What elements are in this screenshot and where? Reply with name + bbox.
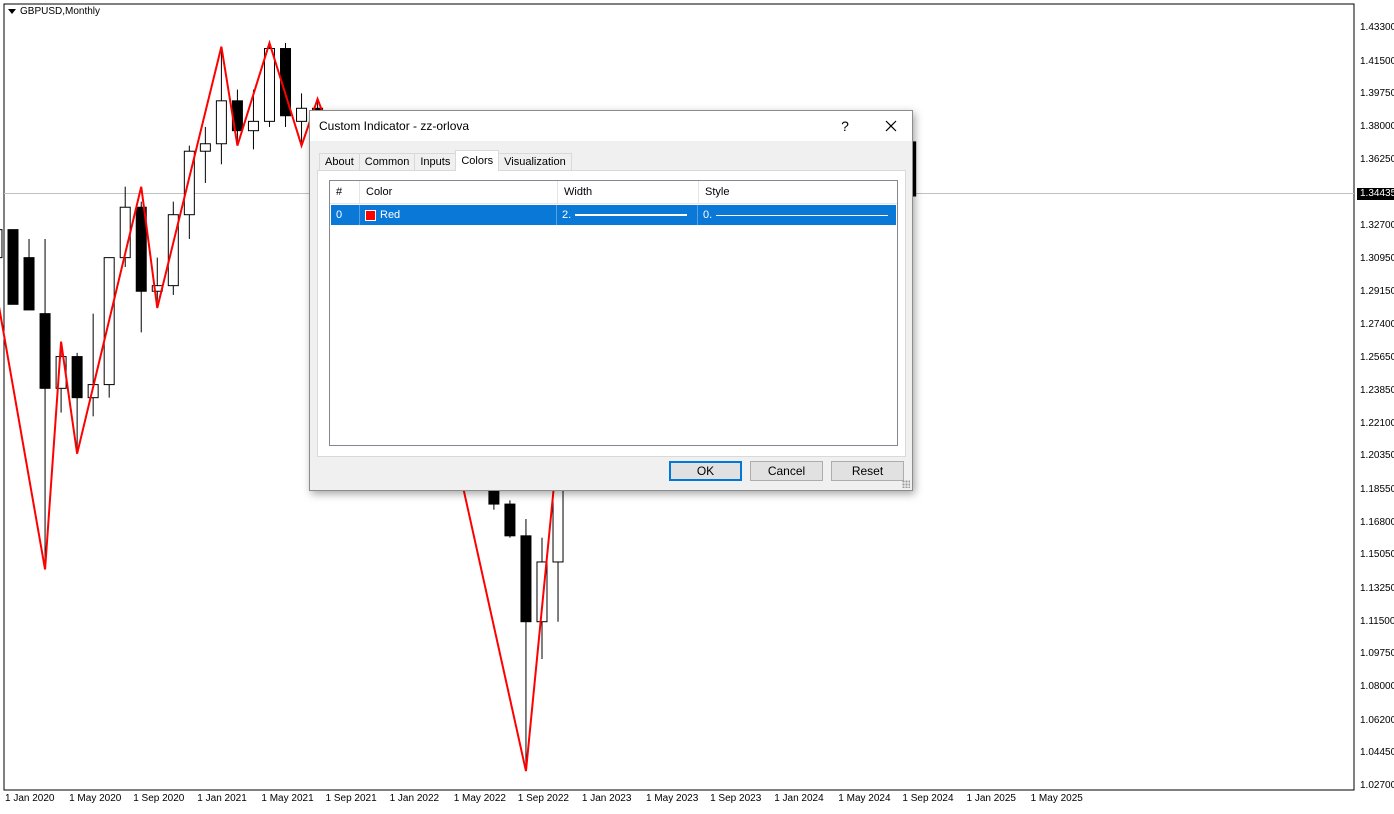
- price-tick-label: 1.41500: [1360, 55, 1394, 67]
- dialog-title: Custom Indicator - zz-orlova: [319, 119, 470, 133]
- resize-grip-icon[interactable]: [902, 480, 910, 488]
- tab-about[interactable]: About: [319, 153, 360, 171]
- price-tick-label: 1.04450: [1360, 747, 1394, 759]
- col-index-header[interactable]: #: [330, 181, 360, 203]
- price-tick-label: 1.27400: [1360, 318, 1394, 330]
- candle-body: [39, 313, 51, 389]
- price-tick-label: 1.22100: [1360, 417, 1394, 429]
- candle-body: [215, 100, 227, 145]
- time-tick-label: 1 Jan 2023: [581, 793, 632, 804]
- price-tick-label: 1.02700: [1360, 780, 1394, 791]
- current-price-label: 1.34435: [1357, 187, 1394, 200]
- time-tick-label: 1 Jan 2020: [5, 793, 55, 804]
- dropdown-triangle-icon[interactable]: [8, 9, 16, 14]
- price-tick-label: 1.30950: [1360, 252, 1394, 264]
- price-tick-label: 1.20350: [1360, 450, 1394, 462]
- tab-visualization[interactable]: Visualization: [498, 153, 572, 171]
- candle-body: [520, 535, 532, 623]
- price-tick-label: 1.13250: [1360, 583, 1394, 595]
- price-tick-label: 1.38000: [1360, 120, 1394, 132]
- time-tick-label: 1 May 2025: [1030, 793, 1083, 804]
- color-name: Red: [380, 209, 401, 221]
- time-tick-label: 1 Jan 2024: [774, 793, 824, 804]
- price-tick-label: 1.11500: [1360, 615, 1394, 627]
- close-button[interactable]: [876, 115, 906, 137]
- cancel-button[interactable]: Cancel: [750, 461, 823, 481]
- width-value: 2.: [562, 209, 572, 221]
- reset-button[interactable]: Reset: [831, 461, 904, 481]
- table-row[interactable]: 0 Red 2. 0.: [331, 205, 896, 225]
- col-color-header[interactable]: Color: [360, 181, 558, 203]
- style-value: 0.: [703, 209, 713, 221]
- candle-body: [263, 48, 275, 122]
- tab-inputs[interactable]: Inputs: [414, 153, 457, 171]
- tab-common[interactable]: Common: [358, 153, 416, 171]
- row-color-cell[interactable]: Red: [360, 205, 557, 225]
- time-tick-label: 1 Jan 2025: [966, 793, 1017, 804]
- close-icon: [885, 120, 897, 132]
- help-button[interactable]: ?: [830, 115, 860, 137]
- time-tick-label: 1 May 2020: [69, 793, 122, 804]
- price-tick-label: 1.06200: [1360, 714, 1394, 726]
- candle-body: [71, 356, 83, 399]
- price-tick-label: 1.39750: [1360, 88, 1394, 100]
- price-tick-label: 1.09750: [1360, 648, 1394, 660]
- time-tick-label: 1 Sep 2020: [133, 793, 185, 804]
- color-swatch: [365, 209, 376, 221]
- time-tick-label: 1 Sep 2024: [902, 793, 954, 804]
- price-tick-label: 1.36250: [1360, 153, 1394, 165]
- candle-body: [23, 257, 35, 311]
- candle-body: [7, 229, 19, 305]
- row-width-cell[interactable]: 2.: [557, 205, 698, 225]
- col-style-header[interactable]: Style: [699, 181, 897, 203]
- width-line-preview: [575, 214, 688, 216]
- price-tick-label: 1.29150: [1360, 286, 1394, 298]
- custom-indicator-dialog: Custom Indicator - zz-orlova ? About Com…: [309, 110, 913, 491]
- style-line-preview: [716, 214, 889, 216]
- time-tick-label: 1 Sep 2021: [325, 793, 377, 804]
- time-tick-label: 1 Sep 2023: [710, 793, 762, 804]
- price-tick-label: 1.15050: [1360, 549, 1394, 561]
- col-width-header[interactable]: Width: [558, 181, 699, 203]
- ok-button[interactable]: OK: [669, 461, 742, 481]
- candle-body: [504, 503, 516, 537]
- tab-strip: About Common Inputs Colors Visualization: [319, 150, 572, 171]
- candle-body: [296, 107, 308, 122]
- time-tick-label: 1 May 2022: [453, 793, 506, 804]
- time-tick-label: 1 May 2021: [261, 793, 314, 804]
- price-tick-label: 1.32700: [1360, 219, 1394, 231]
- colors-grid[interactable]: # Color Width Style 0 Red 2. 0.: [329, 180, 898, 446]
- dialog-titlebar[interactable]: Custom Indicator - zz-orlova ?: [310, 111, 912, 141]
- time-tick-label: 1 Sep 2022: [517, 793, 569, 804]
- symbol-text: GBPUSD,Monthly: [20, 6, 101, 17]
- time-tick-label: 1 May 2024: [838, 793, 891, 804]
- time-tick-label: 1 May 2023: [646, 793, 699, 804]
- candle-body: [0, 229, 3, 259]
- candle-body: [247, 120, 259, 132]
- symbol-label[interactable]: GBPUSD,Monthly: [8, 6, 100, 17]
- price-tick-label: 1.23850: [1360, 385, 1394, 397]
- price-tick-label: 1.25650: [1360, 351, 1394, 363]
- price-tick-label: 1.08000: [1360, 681, 1394, 693]
- row-index: 0: [331, 205, 360, 225]
- row-style-cell[interactable]: 0.: [698, 205, 896, 225]
- candle-body: [199, 143, 211, 152]
- price-tick-label: 1.43300: [1360, 22, 1394, 33]
- price-tick-label: 1.18550: [1360, 484, 1394, 496]
- time-tick-label: 1 Jan 2022: [389, 793, 440, 804]
- colors-tab-panel: # Color Width Style 0 Red 2. 0.: [317, 170, 906, 457]
- price-tick-label: 1.16800: [1360, 516, 1394, 528]
- tab-colors[interactable]: Colors: [455, 150, 500, 171]
- time-tick-label: 1 Jan 2021: [197, 793, 247, 804]
- grid-header: # Color Width Style: [330, 181, 897, 204]
